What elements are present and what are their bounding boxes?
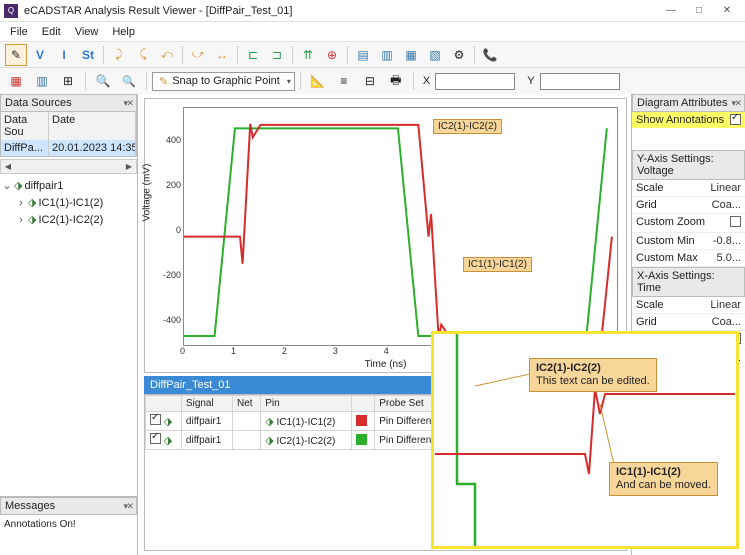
tool-w3[interactable]: ▦ <box>400 44 422 66</box>
tool-St[interactable]: St <box>77 44 99 66</box>
maximize-button[interactable]: □ <box>685 1 713 21</box>
data-sources-table[interactable]: Data SouDate DiffPa...20.01.2023 14:35 <box>0 112 137 157</box>
ytick: 0 <box>161 225 181 235</box>
minimize-button[interactable]: — <box>657 1 685 21</box>
pin-icon[interactable]: ▾ ✕ <box>123 98 132 109</box>
xtick: 1 <box>231 346 236 356</box>
data-sources-header: Data Sources▾ ✕ <box>0 94 137 112</box>
tool-cur1[interactable]: ⤸ <box>108 44 130 66</box>
separator <box>300 72 301 90</box>
tool-w2[interactable]: ▥ <box>376 44 398 66</box>
menu-help[interactable]: Help <box>106 24 141 40</box>
app-icon: Q <box>4 4 18 18</box>
align2-icon[interactable]: ⊟ <box>359 70 381 92</box>
chart-callout[interactable]: IC1(1)-IC1(2) <box>463 257 532 272</box>
prop-row[interactable]: Custom Max5.0... <box>632 250 745 267</box>
window-title: eCADSTAR Analysis Result Viewer - [DiffP… <box>24 5 657 17</box>
toolbar-secondary: ▦ ▥ ⊞ 🔍 🔍 ✎Snap to Graphic Point 📐 ≡ ⊟ 🖶… <box>0 68 745 94</box>
y-label: Y <box>527 75 534 87</box>
tool-eye1[interactable]: ⊏ <box>242 44 264 66</box>
grid-icon[interactable]: ▦ <box>5 70 27 92</box>
toolbar-main: ✎VISt ⤸⤹⤺ ⤻↔ ⊏⊐ ⇈⊕ ▤▥▦▧⚙ 📞 <box>0 42 745 68</box>
xtick: 2 <box>282 346 287 356</box>
grid-col[interactable] <box>352 396 375 412</box>
close-button[interactable]: ✕ <box>713 1 741 21</box>
prop-row[interactable]: GridCoa... <box>632 197 745 214</box>
signal-tree[interactable]: ⌄⬗diffpair1 ›⬗IC1(1)-IC1(2) ›⬗IC2(1)-IC2… <box>0 174 137 496</box>
zoom-in-icon[interactable]: 🔍 <box>92 70 114 92</box>
section-header: Y-Axis Settings: Voltage <box>632 150 745 180</box>
ytick: -200 <box>161 270 181 280</box>
menu-file[interactable]: File <box>4 24 34 40</box>
prop-row[interactable]: ScaleLinear <box>632 297 745 314</box>
tool-V[interactable]: V <box>29 44 51 66</box>
h-scrollbar[interactable]: ◀▶ <box>0 159 137 174</box>
menu-bar: FileEditViewHelp <box>0 22 745 42</box>
tool-mark2[interactable]: ⊕ <box>321 44 343 66</box>
zoom-callout-1[interactable]: IC2(1)-IC2(2)This text can be edited. <box>529 358 657 392</box>
tool-cur2[interactable]: ⤹ <box>132 44 154 66</box>
tool-cur4[interactable]: ⤻ <box>187 44 209 66</box>
separator <box>85 72 86 90</box>
zoom-out-icon[interactable]: 🔍 <box>118 70 140 92</box>
x-label: X <box>423 75 430 87</box>
grid-col[interactable] <box>146 396 182 412</box>
x-axis-label: Time (ns) <box>365 359 407 370</box>
tool-draw[interactable]: ✎ <box>5 44 27 66</box>
ytick: -400 <box>161 315 181 325</box>
prop-row[interactable]: ScaleLinear <box>632 180 745 197</box>
grid-col[interactable]: Pin <box>261 396 352 412</box>
messages-body: Annotations On! <box>0 515 137 555</box>
zoom-callout-2[interactable]: IC1(1)-IC1(2)And can be moved. <box>609 462 718 496</box>
stack-icon[interactable]: ≡ <box>333 70 355 92</box>
menu-edit[interactable]: Edit <box>36 24 67 40</box>
data-source-row[interactable]: DiffPa...20.01.2023 14:35 <box>1 140 136 156</box>
ytick: 200 <box>161 180 181 190</box>
ruler-icon[interactable]: 📐 <box>307 70 329 92</box>
row-checkbox[interactable] <box>150 414 161 425</box>
chart-callout[interactable]: IC2(1)-IC2(2) <box>433 119 502 134</box>
show-annotations-checkbox[interactable] <box>730 114 741 125</box>
align-icon[interactable]: ▥ <box>31 70 53 92</box>
prop-row[interactable]: GridCoa... <box>632 314 745 331</box>
col-date[interactable]: Date <box>49 112 136 140</box>
separator <box>413 72 414 90</box>
snap-icon[interactable]: ⊞ <box>57 70 79 92</box>
print-icon[interactable]: 🖶 <box>385 70 407 92</box>
separator <box>146 72 147 90</box>
title-bar: Q eCADSTAR Analysis Result Viewer - [Dif… <box>0 0 745 22</box>
diagram-attr-header: Diagram Attributes▾ ✕ <box>632 94 745 112</box>
xtick: 0 <box>180 346 185 356</box>
show-annotations-row[interactable]: Show Annotations <box>632 112 745 128</box>
tool-cur3[interactable]: ⤺ <box>156 44 178 66</box>
grid-col[interactable]: Net <box>232 396 260 412</box>
tool-mark1[interactable]: ⇈ <box>297 44 319 66</box>
tool-eye2[interactable]: ⊐ <box>266 44 288 66</box>
row-checkbox[interactable] <box>150 433 161 444</box>
tool-I[interactable]: I <box>53 44 75 66</box>
tool-w4[interactable]: ▧ <box>424 44 446 66</box>
snap-mode-select[interactable]: ✎Snap to Graphic Point <box>152 72 295 91</box>
prop-row[interactable]: Custom Min-0.8... <box>632 233 745 250</box>
section-header: X-Axis Settings: Time <box>632 267 745 297</box>
xtick: 3 <box>333 346 338 356</box>
menu-view[interactable]: View <box>69 24 105 40</box>
tool-phone[interactable]: 📞 <box>479 44 501 66</box>
messages-panel: Messages▾ ✕ Annotations On! <box>0 496 137 555</box>
left-panel: Data Sources▾ ✕ Data SouDate DiffPa...20… <box>0 94 138 555</box>
prop-row[interactable]: Custom Zoom <box>632 214 745 233</box>
grid-col[interactable]: Signal <box>181 396 232 412</box>
ytick: 400 <box>161 135 181 145</box>
y-axis-label: Voltage (mV) <box>142 163 153 221</box>
zoom-popup[interactable]: IC2(1)-IC2(2)This text can be edited. IC… <box>431 331 739 549</box>
x-input[interactable] <box>435 73 515 90</box>
tool-cur5[interactable]: ↔ <box>211 44 233 66</box>
tool-gear[interactable]: ⚙ <box>448 44 470 66</box>
y-input[interactable] <box>540 73 620 90</box>
xtick: 4 <box>384 346 389 356</box>
tool-w1[interactable]: ▤ <box>352 44 374 66</box>
col-source[interactable]: Data Sou <box>1 112 49 140</box>
